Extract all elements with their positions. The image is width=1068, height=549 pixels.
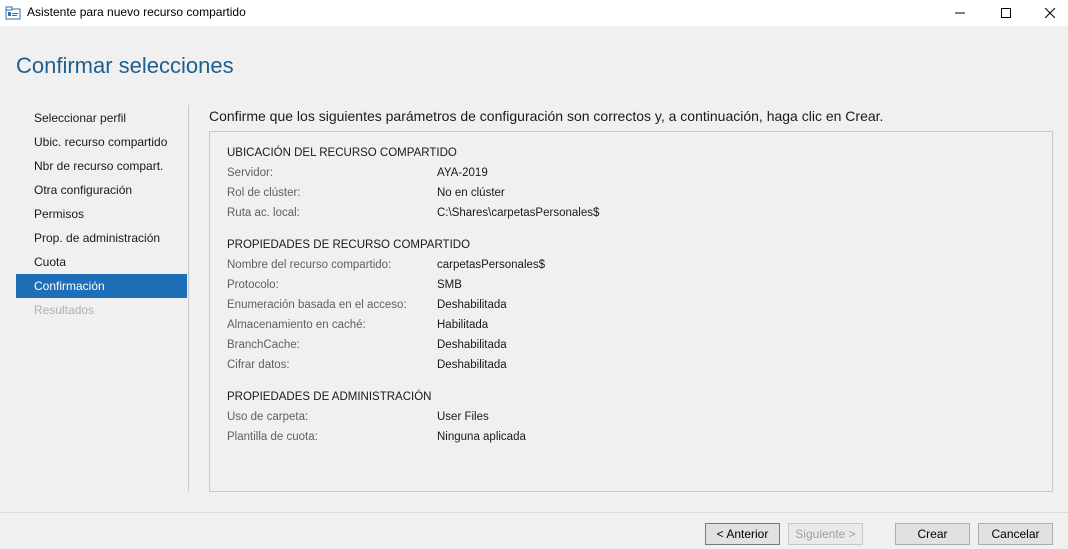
summary-row: Servidor: AYA-2019: [227, 163, 488, 183]
nav-divider: [188, 105, 189, 491]
row-value: Deshabilitada: [437, 359, 507, 371]
row-label: Rol de clúster:: [227, 187, 301, 199]
nav-item-permisos[interactable]: Permisos: [16, 202, 187, 226]
row-label: Nombre del recurso compartido:: [227, 259, 392, 271]
close-button[interactable]: [1027, 0, 1068, 26]
page-title: Confirmar selecciones: [16, 53, 234, 78]
section-title: PROPIEDADES DE RECURSO COMPARTIDO: [227, 239, 471, 251]
summary-row: Enumeración basada en el acceso: Deshabil…: [227, 295, 507, 315]
row-label: Cifrar datos:: [227, 359, 290, 371]
previous-button[interactable]: < Anterior: [705, 523, 780, 545]
summary-row: Ruta ac. local: C:\Shares\carpetasPersona…: [227, 203, 599, 223]
row-value: Deshabilitada: [437, 299, 507, 311]
section-ubicacion: UBICACIÓN DEL RECURSO COMPARTIDO Servido…: [227, 143, 599, 223]
create-button[interactable]: Crear: [895, 523, 970, 545]
row-value: Ninguna aplicada: [437, 431, 526, 443]
summary-row: Plantilla de cuota: Ninguna aplicada: [227, 427, 526, 447]
row-label: Protocolo:: [227, 279, 279, 291]
row-value: C:\Shares\carpetasPersonales$: [437, 207, 600, 219]
shared-folder-wizard-icon: [5, 6, 21, 20]
nav-item-nombre-recurso[interactable]: Nbr de recurso compart.: [16, 154, 187, 178]
row-label: Almacenamiento en caché:: [227, 319, 366, 331]
minimize-icon: [955, 12, 965, 14]
close-icon: [1045, 8, 1055, 18]
wizard-footer: < Anterior Siguiente > Crear Cancelar: [0, 512, 1068, 549]
next-button: Siguiente >: [788, 523, 863, 545]
row-label: BranchCache:: [227, 339, 300, 351]
row-value: SMB: [437, 279, 462, 291]
row-value: No en clúster: [437, 187, 505, 199]
summary-row: Protocolo: SMB: [227, 275, 470, 295]
row-label: Enumeración basada en el acceso:: [227, 299, 407, 311]
section-propiedades-recurso: PROPIEDADES DE RECURSO COMPARTIDO Nombre…: [227, 235, 545, 375]
title-bar: Asistente para nuevo recurso compartido: [0, 0, 1068, 26]
row-label: Uso de carpeta:: [227, 411, 309, 423]
window-title: Asistente para nuevo recurso compartido: [27, 5, 246, 19]
maximize-button[interactable]: [983, 0, 1029, 26]
wizard-content: Confirmar selecciones Seleccionar perfil…: [0, 26, 1068, 512]
section-title: UBICACIÓN DEL RECURSO COMPARTIDO: [227, 147, 457, 159]
nav-item-resultados: Resultados: [34, 303, 95, 317]
row-value: Habilitada: [437, 319, 489, 331]
row-label: Ruta ac. local:: [227, 207, 300, 219]
section-title: PROPIEDADES DE ADMINISTRACIÓN: [227, 391, 432, 403]
section-propiedades-administracion: PROPIEDADES DE ADMINISTRACIÓN Uso de car…: [227, 387, 526, 447]
row-label: Plantilla de cuota:: [227, 431, 318, 443]
nav-item-prop-administracion[interactable]: Prop. de administración: [16, 226, 187, 250]
nav-item-confirmacion[interactable]: Confirmación: [16, 274, 187, 298]
nav-item-otra-configuracion[interactable]: Otra configuración: [16, 178, 187, 202]
minimize-button[interactable]: [937, 0, 983, 26]
summary-row: Cifrar datos: Deshabilitada: [227, 355, 507, 375]
summary-row: Nombre del recurso compartido: carpetasPe…: [227, 255, 545, 275]
cancel-button[interactable]: Cancelar: [978, 523, 1053, 545]
row-label: Servidor:: [227, 167, 274, 179]
summary-row: BranchCache: Deshabilitada: [227, 335, 507, 355]
maximize-icon: [1001, 8, 1011, 18]
wizard-steps-nav: Seleccionar perfil Ubic. recurso compart…: [16, 106, 187, 322]
nav-item-seleccionar-perfil[interactable]: Seleccionar perfil: [16, 106, 187, 130]
nav-item-ubicacion-recurso[interactable]: Ubic. recurso compartido: [16, 130, 187, 154]
row-value: carpetasPersonales$: [437, 259, 546, 271]
row-value: AYA-2019: [437, 167, 488, 179]
summary-row: Almacenamiento en caché: Habilitada: [227, 315, 488, 335]
row-value: Deshabilitada: [437, 339, 507, 351]
confirmation-summary-panel: UBICACIÓN DEL RECURSO COMPARTIDO Servido…: [209, 131, 1053, 492]
summary-row: Uso de carpeta: User Files: [227, 407, 489, 427]
row-value: User Files: [437, 411, 489, 423]
nav-item-cuota[interactable]: Cuota: [16, 250, 187, 274]
summary-row: Rol de clúster: No en clúster: [227, 183, 505, 203]
instruction-text: Confirme que los siguientes parámetros d…: [209, 108, 884, 124]
